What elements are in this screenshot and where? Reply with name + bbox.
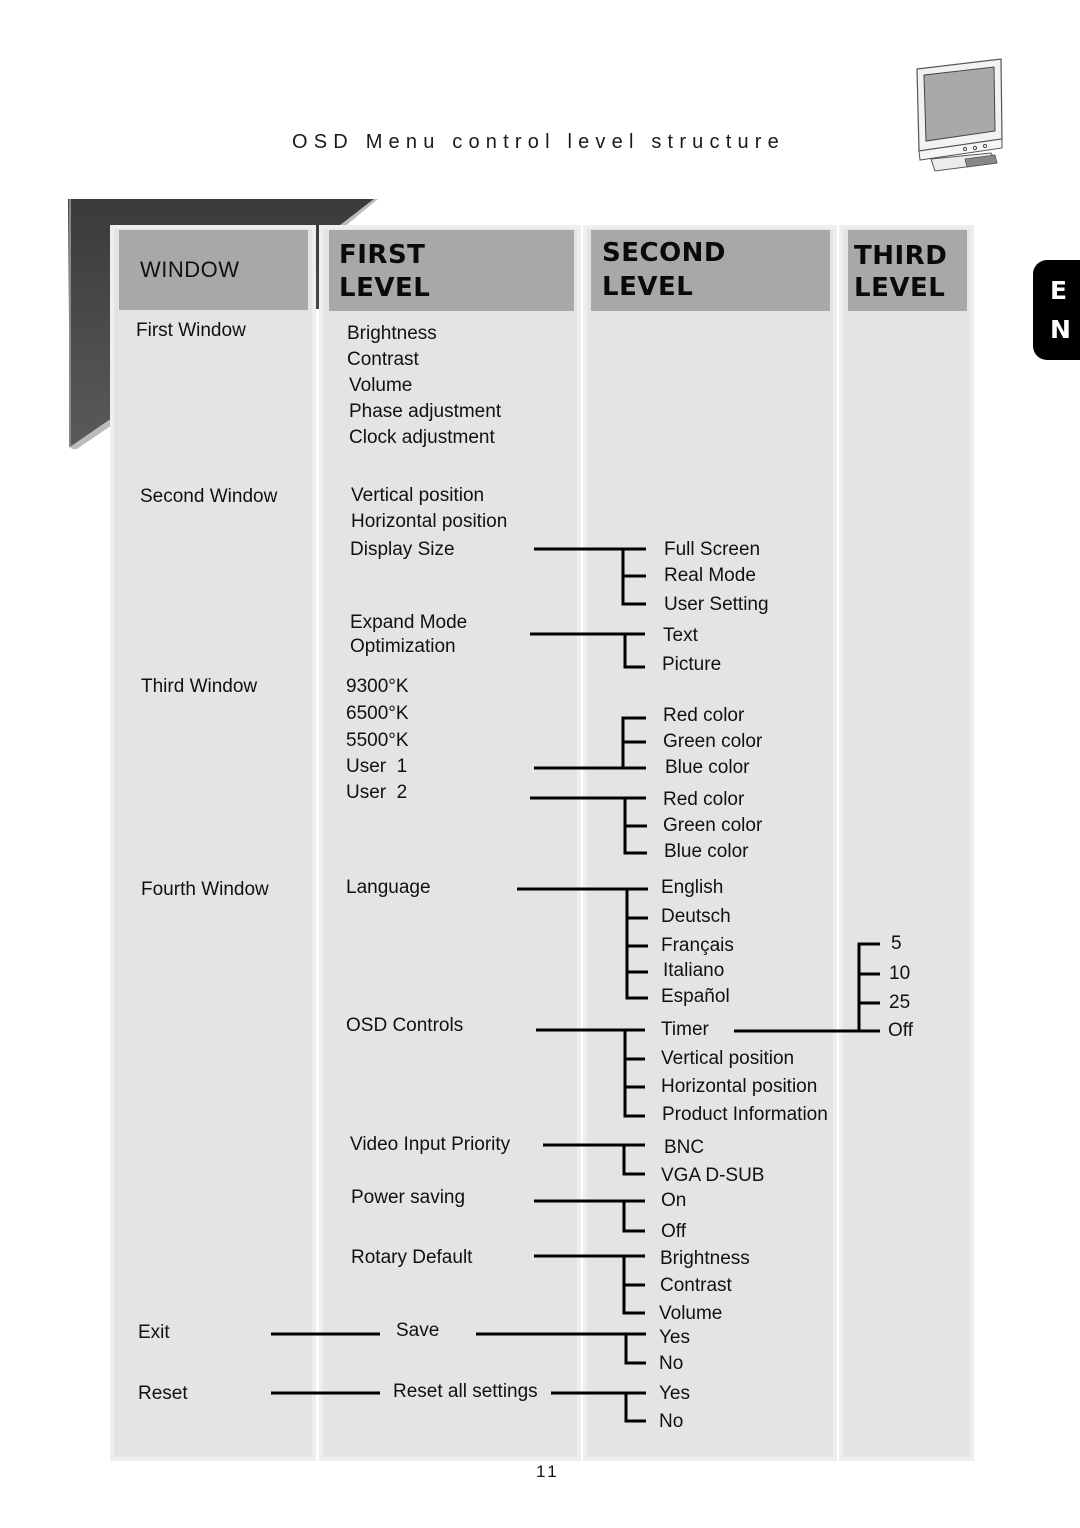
connector — [624, 1393, 646, 1423]
connector — [624, 1334, 646, 1365]
connector — [622, 1145, 645, 1176]
connector — [857, 942, 880, 1031]
page-number: 11 — [536, 1462, 560, 1481]
connector — [622, 1201, 645, 1233]
tree-connectors — [271, 547, 880, 1423]
connector — [625, 889, 648, 1000]
connector — [623, 634, 645, 669]
connector — [623, 1030, 645, 1118]
